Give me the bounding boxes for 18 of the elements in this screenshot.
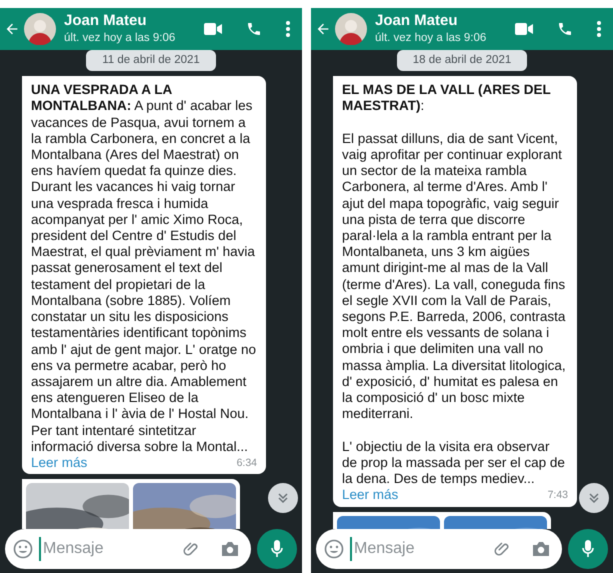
message-field[interactable]: Mensaje — [5, 529, 251, 569]
message-input[interactable]: Mensaje — [350, 537, 488, 561]
message-field[interactable]: Mensaje — [316, 529, 562, 569]
read-more-link[interactable]: Leer más — [342, 487, 398, 504]
date-chip: 18 de abril de 2021 — [396, 50, 528, 72]
message-paragraph: L' objectiu de la visita era observar de prop la massada per ser el cap de la dena. Des de temps mediev... — [342, 438, 566, 488]
date-chip: 11 de abril de 2021 — [86, 50, 216, 72]
message-input[interactable]: Mensaje — [39, 537, 177, 561]
last-seen-status: últ. vez hoy a las 9:06 — [375, 31, 488, 46]
contact-name: Joan Mateu — [64, 12, 148, 32]
message-paragraph: El passat dilluns, dia de sant Vicent, vaig aprofitar per continuar explorant un sector de la mateixa rambla Carbonera, al terme d'Ares. Amb l' ajut del mapa topogràfic, vaig seguir una pista de terra que discorre paral·lela a la rambla entrant per la Montalbaneta, uns 3 km aigües amunt dirigint-me al mas de la Vall (terme d'Ares). La vall, coneguda fins el segle XVII com la Vall de Parais, segons P.E. Barreda, 2006, contrasta molt entre els vessants de solana i ombria i que delimiten una vall no massa àmplia. La diversitat litologica, d' exposició, d' humitat es palesa en la composició d' un bosc mixte mediterrani. — [342, 130, 567, 422]
read-more-link[interactable]: Leer más — [31, 454, 88, 472]
message-paragraph: EL MAS DE LA VALL (ARES DEL MAESTRAT): — [342, 82, 552, 115]
message-time: 7:43 — [548, 488, 568, 504]
contact-name: Joan Mateu — [375, 12, 459, 32]
message-paragraph: UNA VESPRADA A LA MONTALBANA: A punt d' acabar les vacances de Pasqua, avui tornem a la rambla Carbonera, en concret a la Montalbana (Ares del Maestrat) on ens havíem quedat fa quinze dies. Durant les vacances hi vaig tornar una vesprada fresca i humida acompanyat per l' amic Ximo Roca, president del Centre d' Estudis del Maestrat, el qual prèviament m' havia passat generosament el text del testament del propietari de la Montalbana (sobre 1885). Volíem constatar un situ les disposicions testamentàries identificant topònims amb l' ajut de gent major. L' oratge no ens va permetre acabar, però ho assajarem un altre dia. Amablement ens atengueren Eliseo de la Montalbana i l' àvia de l' Hostal Nou. Per tant intentaré sintetitzar informació diversa sobre la Montal... — [31, 82, 257, 455]
message-time: 6:34 — [236, 456, 257, 471]
last-seen-status: últ. vez hoy a las 9:06 — [64, 31, 176, 46]
